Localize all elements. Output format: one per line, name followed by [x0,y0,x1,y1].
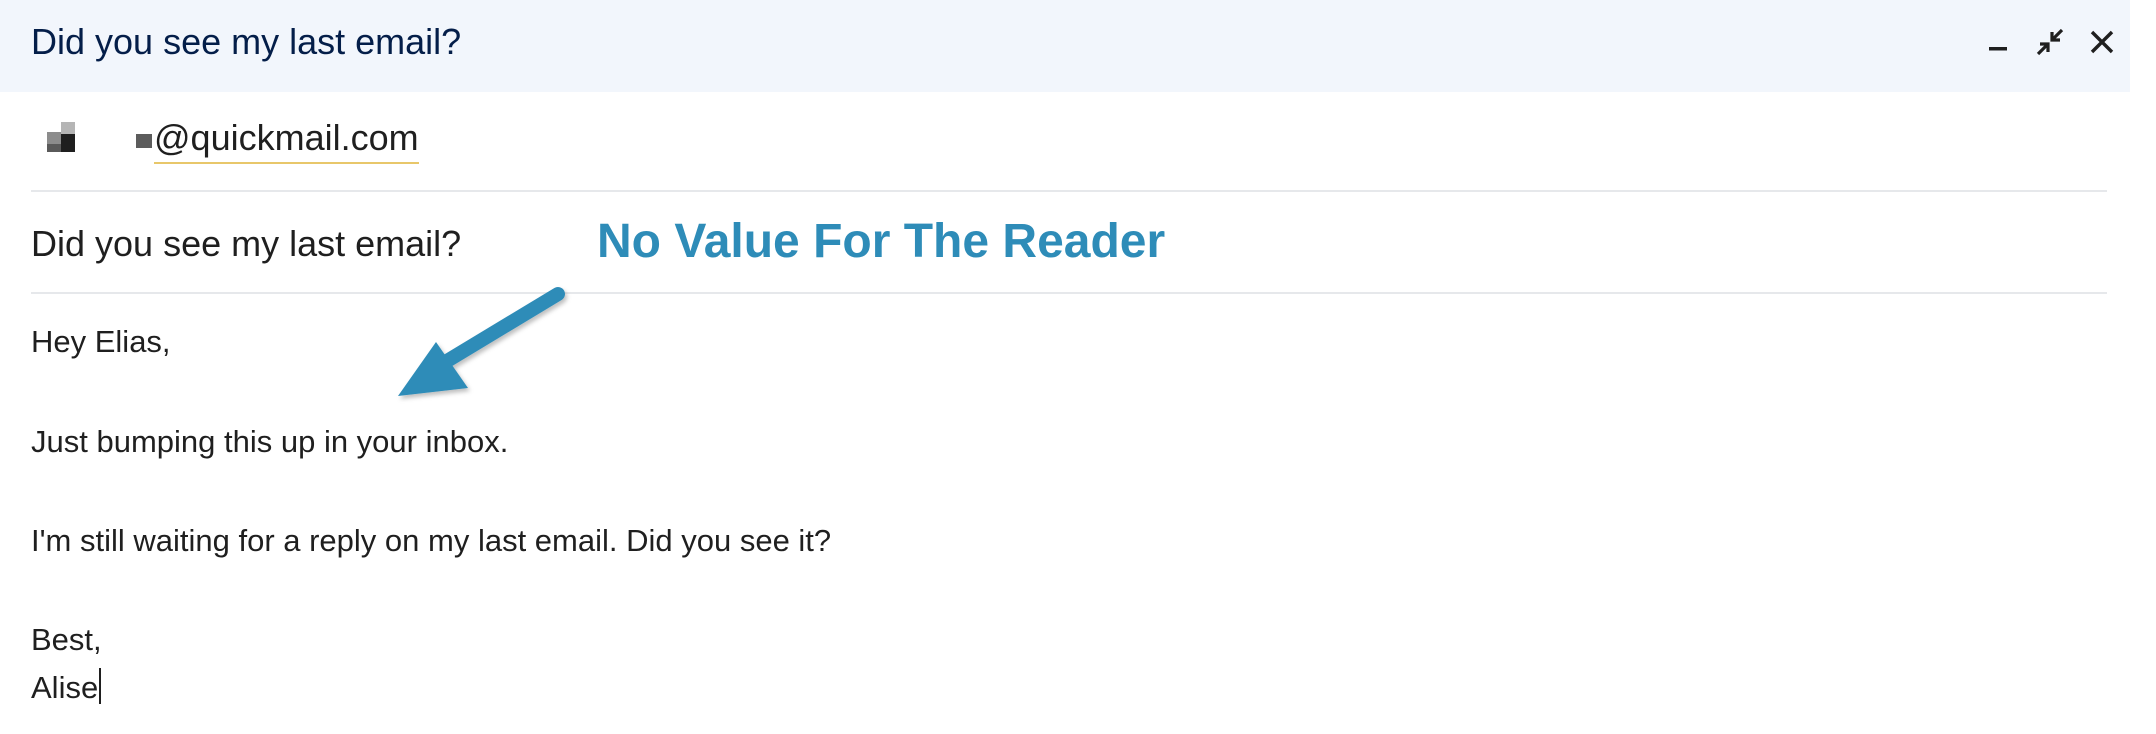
annotation-label: No Value For The Reader [597,215,1166,268]
redacted-name-mark [136,134,152,148]
body-greeting: Hey Elias, [31,324,171,359]
exit-fullscreen-icon[interactable] [2034,26,2066,58]
compose-header[interactable]: Did you see my last email? [0,0,2130,92]
body-line-2: I'm still waiting for a reply on my last… [31,523,832,558]
recipients-row[interactable]: @quickmail.com [31,92,2107,192]
body-signature: Alise [31,670,99,705]
window-controls [1982,22,2118,62]
text-cursor [99,668,102,704]
annotation-arrow-icon [398,287,565,396]
page: Did you see my last email? @quickmail.co… [0,0,2156,734]
body-signature-line: Alise [31,668,102,708]
close-icon[interactable] [2086,26,2118,58]
contact-avatar [47,122,77,154]
compose-title: Did you see my last email? [31,21,462,62]
recipient-email: @quickmail.com [154,116,419,164]
minimize-icon[interactable] [1982,26,2014,58]
recipient-chip[interactable]: @quickmail.com [136,116,419,164]
body-line-1: Just bumping this up in your inbox. [31,424,509,459]
body-signoff: Best, [31,622,102,657]
compose-window: Did you see my last email? @quickmail.co… [0,0,2130,734]
subject-text: Did you see my last email? [31,223,462,264]
